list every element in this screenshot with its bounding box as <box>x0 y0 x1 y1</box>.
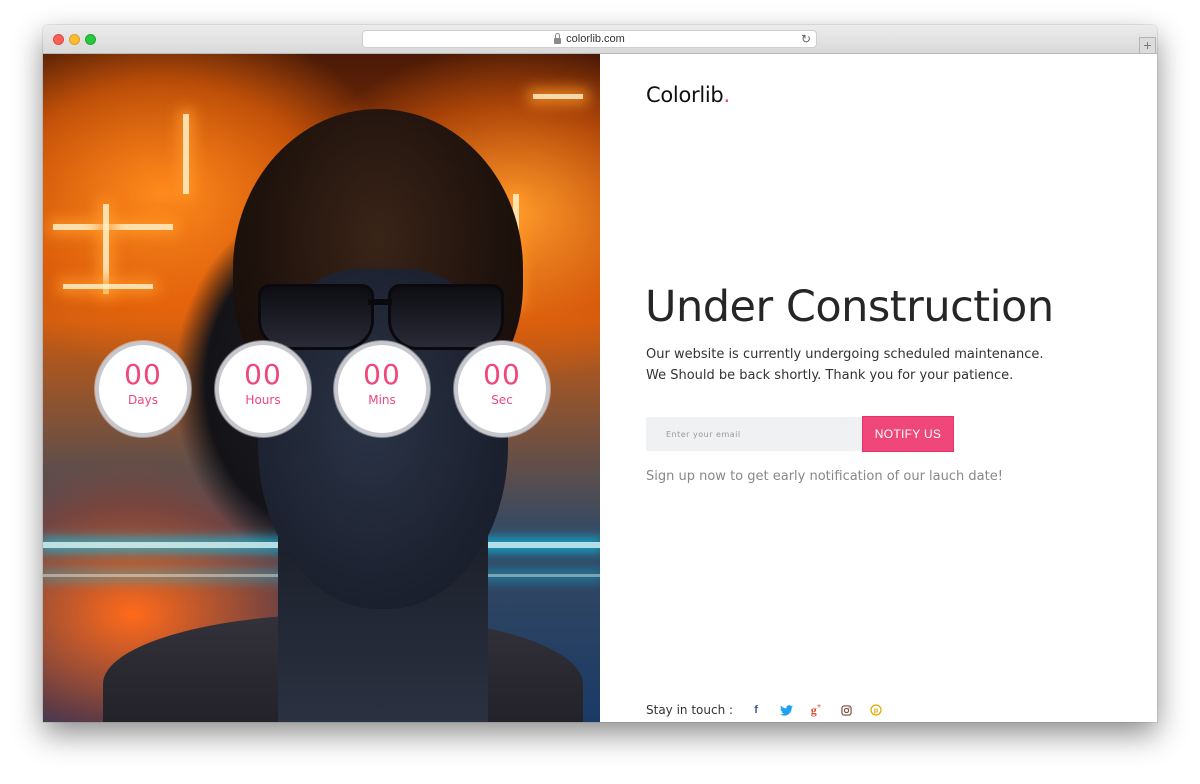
notify-button[interactable]: NOTIFY US <box>862 416 954 452</box>
page-description: Our website is currently undergoing sche… <box>646 347 1044 383</box>
browser-window: colorlib.com ↻ + 00 Days 00 Hours 00 Min… <box>43 25 1157 722</box>
minimize-window-button[interactable] <box>69 34 80 45</box>
countdown-days: 00 Days <box>95 341 191 437</box>
zoom-window-button[interactable] <box>85 34 96 45</box>
countdown-days-value: 00 <box>124 358 162 391</box>
countdown-hours: 00 Hours <box>215 341 311 437</box>
countdown-mins-value: 00 <box>363 358 401 391</box>
new-tab-button[interactable]: + <box>1139 37 1156 53</box>
twitter-icon[interactable] <box>777 701 795 719</box>
pinterest-icon[interactable]: p <box>867 701 885 719</box>
countdown-timer: 00 Days 00 Hours 00 Mins 00 Sec <box>43 341 600 441</box>
brand-name: Colorlib <box>646 83 724 107</box>
signup-note: Sign up now to get early notification of… <box>646 469 1003 484</box>
browser-titlebar: colorlib.com ↻ + <box>43 25 1157 54</box>
brand-dot: . <box>723 83 730 107</box>
google-plus-icon[interactable]: g+ <box>807 701 825 719</box>
content-panel: Colorlib. Under Construction Our website… <box>600 54 1157 722</box>
address-bar[interactable]: colorlib.com ↻ <box>362 30 817 48</box>
page-title: Under Construction <box>645 282 1054 332</box>
countdown-hours-label: Hours <box>245 393 281 407</box>
countdown-days-label: Days <box>128 393 158 407</box>
close-window-button[interactable] <box>53 34 64 45</box>
instagram-icon[interactable] <box>837 701 855 719</box>
brand-logo[interactable]: Colorlib. <box>646 83 730 107</box>
countdown-sec: 00 Sec <box>454 341 550 437</box>
svg-text:p: p <box>874 708 878 715</box>
countdown-mins-label: Mins <box>368 393 396 407</box>
email-input[interactable] <box>646 417 862 451</box>
countdown-mins: 00 Mins <box>334 341 430 437</box>
address-bar-url: colorlib.com <box>566 33 625 45</box>
countdown-sec-value: 00 <box>483 358 521 391</box>
social-links: Stay in touch : f g+ p <box>646 701 897 719</box>
countdown-sec-label: Sec <box>491 393 513 407</box>
facebook-icon[interactable]: f <box>747 701 765 719</box>
social-label: Stay in touch : <box>646 703 734 717</box>
countdown-hours-value: 00 <box>244 358 282 391</box>
hero-photo: 00 Days 00 Hours 00 Mins 00 Sec <box>43 54 600 722</box>
lock-icon <box>554 33 562 44</box>
reload-icon[interactable]: ↻ <box>801 32 811 46</box>
